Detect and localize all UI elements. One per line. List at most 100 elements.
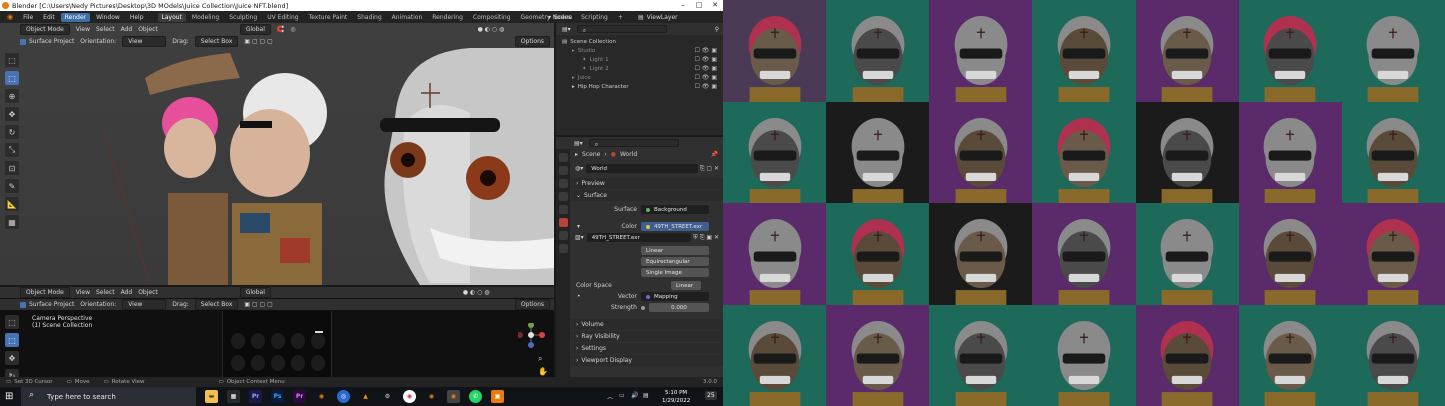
measure-tool-icon[interactable]: 📐 bbox=[5, 197, 19, 211]
move-tool-icon[interactable]: ✥ bbox=[5, 351, 19, 365]
language-icon[interactable]: ▤ bbox=[643, 392, 649, 399]
tab-shading[interactable]: Shading bbox=[353, 13, 385, 22]
view-layer-tab-icon[interactable] bbox=[558, 192, 568, 201]
menu-select[interactable]: Select bbox=[96, 26, 115, 33]
tab-rendering[interactable]: Rendering bbox=[428, 13, 467, 22]
orientation-dropdown-bottom[interactable]: View bbox=[122, 299, 167, 310]
orientation-dropdown[interactable]: View bbox=[122, 36, 167, 47]
chrome-icon[interactable]: ◉ bbox=[403, 390, 416, 403]
image-datablock-icons[interactable]: ⛨ ⎘ ▣ ✕ bbox=[693, 234, 719, 242]
menu-add-bottom[interactable]: Add bbox=[121, 289, 133, 296]
menu-object[interactable]: Object bbox=[138, 26, 158, 33]
chevron-down-icon[interactable]: ▤ bbox=[562, 39, 567, 45]
strength-slider[interactable]: 0.000 bbox=[649, 303, 709, 312]
select-mode-icons[interactable]: ▣ ▢ ▢ ▢ bbox=[244, 38, 272, 45]
menu-file[interactable]: File bbox=[19, 13, 37, 22]
taskbar-search[interactable]: ⌕ Type here to search bbox=[21, 387, 196, 406]
chevron-right-icon[interactable]: • bbox=[577, 293, 581, 300]
menu-help[interactable]: Help bbox=[126, 13, 148, 22]
interpolation-dropdown[interactable]: Linear bbox=[641, 246, 709, 255]
whatsapp-icon[interactable]: ✆ bbox=[469, 390, 482, 403]
proportional-icon[interactable]: ◎ bbox=[290, 26, 295, 33]
scene-selector[interactable]: ▾ Scene bbox=[548, 14, 572, 21]
shading-icons-bottom[interactable]: ● ◐ ○ ◍ bbox=[463, 289, 490, 296]
outliner-item[interactable]: ▸ Juice ☐ 👁 ▣ bbox=[556, 73, 723, 82]
tab-layout[interactable]: Layout bbox=[157, 12, 186, 22]
render-tab-icon[interactable] bbox=[558, 166, 568, 175]
transform-orientation-bottom[interactable]: Global bbox=[239, 287, 271, 298]
snap-icon[interactable]: 🧲 bbox=[277, 26, 284, 33]
outliner-item[interactable]: ✦ Light 2 ☐ 👁 ▣ bbox=[556, 64, 723, 73]
transform-tool-icon[interactable]: ⊡ bbox=[5, 161, 19, 175]
tab-scripting[interactable]: Scripting bbox=[577, 13, 612, 22]
scale-tool-icon[interactable]: ⤡ bbox=[5, 143, 19, 157]
chevron-down-icon[interactable]: ▸ bbox=[572, 75, 575, 81]
select-tool-icon[interactable]: ⬚ bbox=[5, 333, 19, 347]
world-name-field[interactable]: World bbox=[586, 164, 698, 173]
drag-dropdown-bottom[interactable]: Select Box bbox=[194, 299, 239, 310]
menu-render[interactable]: Render bbox=[60, 12, 91, 22]
visibility-toggles[interactable]: ☐ 👁 ▣ bbox=[695, 56, 717, 63]
tab-uv-editing[interactable]: UV Editing bbox=[263, 13, 302, 22]
source-dropdown[interactable]: Single Image bbox=[641, 268, 709, 277]
menu-view[interactable]: View bbox=[76, 26, 90, 33]
premiere-rush-icon[interactable]: Pr bbox=[293, 390, 306, 403]
scene-tab-icon[interactable] bbox=[558, 205, 568, 214]
menu-view-bottom[interactable]: View bbox=[76, 289, 90, 296]
transform-orientation[interactable]: Global bbox=[239, 23, 271, 35]
surface-field[interactable]: Background bbox=[641, 205, 709, 214]
steam-icon[interactable]: ◎ bbox=[337, 390, 350, 403]
section-settings[interactable]: › Settings bbox=[571, 343, 723, 354]
chevron-up-icon[interactable]: ︿ bbox=[607, 392, 613, 401]
world-browse-icon[interactable]: ◍▾ bbox=[575, 165, 583, 172]
outliner-item[interactable]: ▸ Hip Hop Character ☐ 👁 ▣ bbox=[556, 82, 723, 91]
menu-edit[interactable]: Edit bbox=[39, 13, 59, 22]
visibility-toggles[interactable]: ☐ 👁 ▣ bbox=[695, 83, 717, 90]
pin-icon[interactable]: 📌 bbox=[711, 151, 718, 158]
file-explorer-icon[interactable]: ▬ bbox=[205, 390, 218, 403]
windows-start-icon[interactable]: ⊞ bbox=[5, 391, 13, 402]
photos-icon[interactable]: ▣ bbox=[491, 390, 504, 403]
tab-texture-paint[interactable]: Texture Paint bbox=[305, 13, 352, 22]
minimize-icon[interactable]: – bbox=[675, 0, 691, 11]
menu-add[interactable]: Add bbox=[121, 26, 133, 33]
volume-icon[interactable]: 🔊 bbox=[631, 392, 638, 399]
blender-menu-icon[interactable]: ◉ bbox=[3, 12, 17, 22]
photoshop-icon[interactable]: Ps bbox=[271, 390, 284, 403]
viewport-3d-camera[interactable]: Object Mode View Select Add Object Globa… bbox=[0, 287, 554, 383]
blender-alt-icon[interactable]: ◉ bbox=[425, 390, 438, 403]
outliner-display-icon[interactable]: ▤▾ bbox=[562, 26, 571, 33]
annotate-tool-icon[interactable]: ✎ bbox=[5, 179, 19, 193]
vector-field[interactable]: Mapping bbox=[641, 292, 709, 301]
collection-tab-icon[interactable] bbox=[558, 231, 568, 240]
add-cube-tool-icon[interactable]: ▦ bbox=[5, 215, 19, 229]
vlc-icon[interactable]: ▲ bbox=[359, 390, 372, 403]
options-dropdown-bottom[interactable]: Options bbox=[514, 299, 550, 310]
tool-tab-icon[interactable] bbox=[558, 153, 568, 162]
menu-object-bottom[interactable]: Object bbox=[138, 289, 158, 296]
properties-search-input[interactable]: ⌕ bbox=[588, 139, 679, 148]
image-browse-icon[interactable]: ▨▾ bbox=[575, 234, 584, 241]
menu-select-bottom[interactable]: Select bbox=[96, 289, 115, 296]
cursor-tool-icon[interactable]: ⊕ bbox=[5, 89, 19, 103]
tab-animation[interactable]: Animation bbox=[388, 13, 427, 22]
color-field[interactable]: 49TH_STREET.exr bbox=[641, 222, 709, 231]
settings-gear-icon[interactable]: ⚙ bbox=[381, 390, 394, 403]
outliner-item[interactable]: ✦ Light 1 ☐ 👁 ▣ bbox=[556, 55, 723, 64]
add-workspace-icon[interactable]: + bbox=[614, 13, 627, 22]
premiere-icon[interactable]: Pr bbox=[249, 390, 262, 403]
world-tab-icon[interactable] bbox=[558, 218, 568, 227]
tab-modeling[interactable]: Modeling bbox=[188, 13, 223, 22]
projection-dropdown[interactable]: Equirectangular bbox=[641, 257, 709, 266]
maximize-icon[interactable]: □ bbox=[691, 0, 707, 11]
network-icon[interactable]: ▭ bbox=[619, 392, 625, 399]
options-dropdown[interactable]: Options bbox=[514, 36, 550, 47]
section-ray-visibility[interactable]: › Ray Visibility bbox=[571, 331, 723, 342]
close-icon[interactable]: ✕ bbox=[707, 0, 723, 11]
pan-hand-icon[interactable]: ✋ bbox=[538, 367, 548, 376]
section-preview[interactable]: › Preview bbox=[571, 178, 723, 189]
viewport-3d-main[interactable]: Object Mode View Select Add Object Globa… bbox=[0, 23, 554, 285]
drag-dropdown[interactable]: Select Box bbox=[194, 36, 239, 47]
menu-window[interactable]: Window bbox=[92, 13, 124, 22]
world-datablock-icons[interactable]: ⎘ ▢ ✕ bbox=[700, 165, 719, 173]
